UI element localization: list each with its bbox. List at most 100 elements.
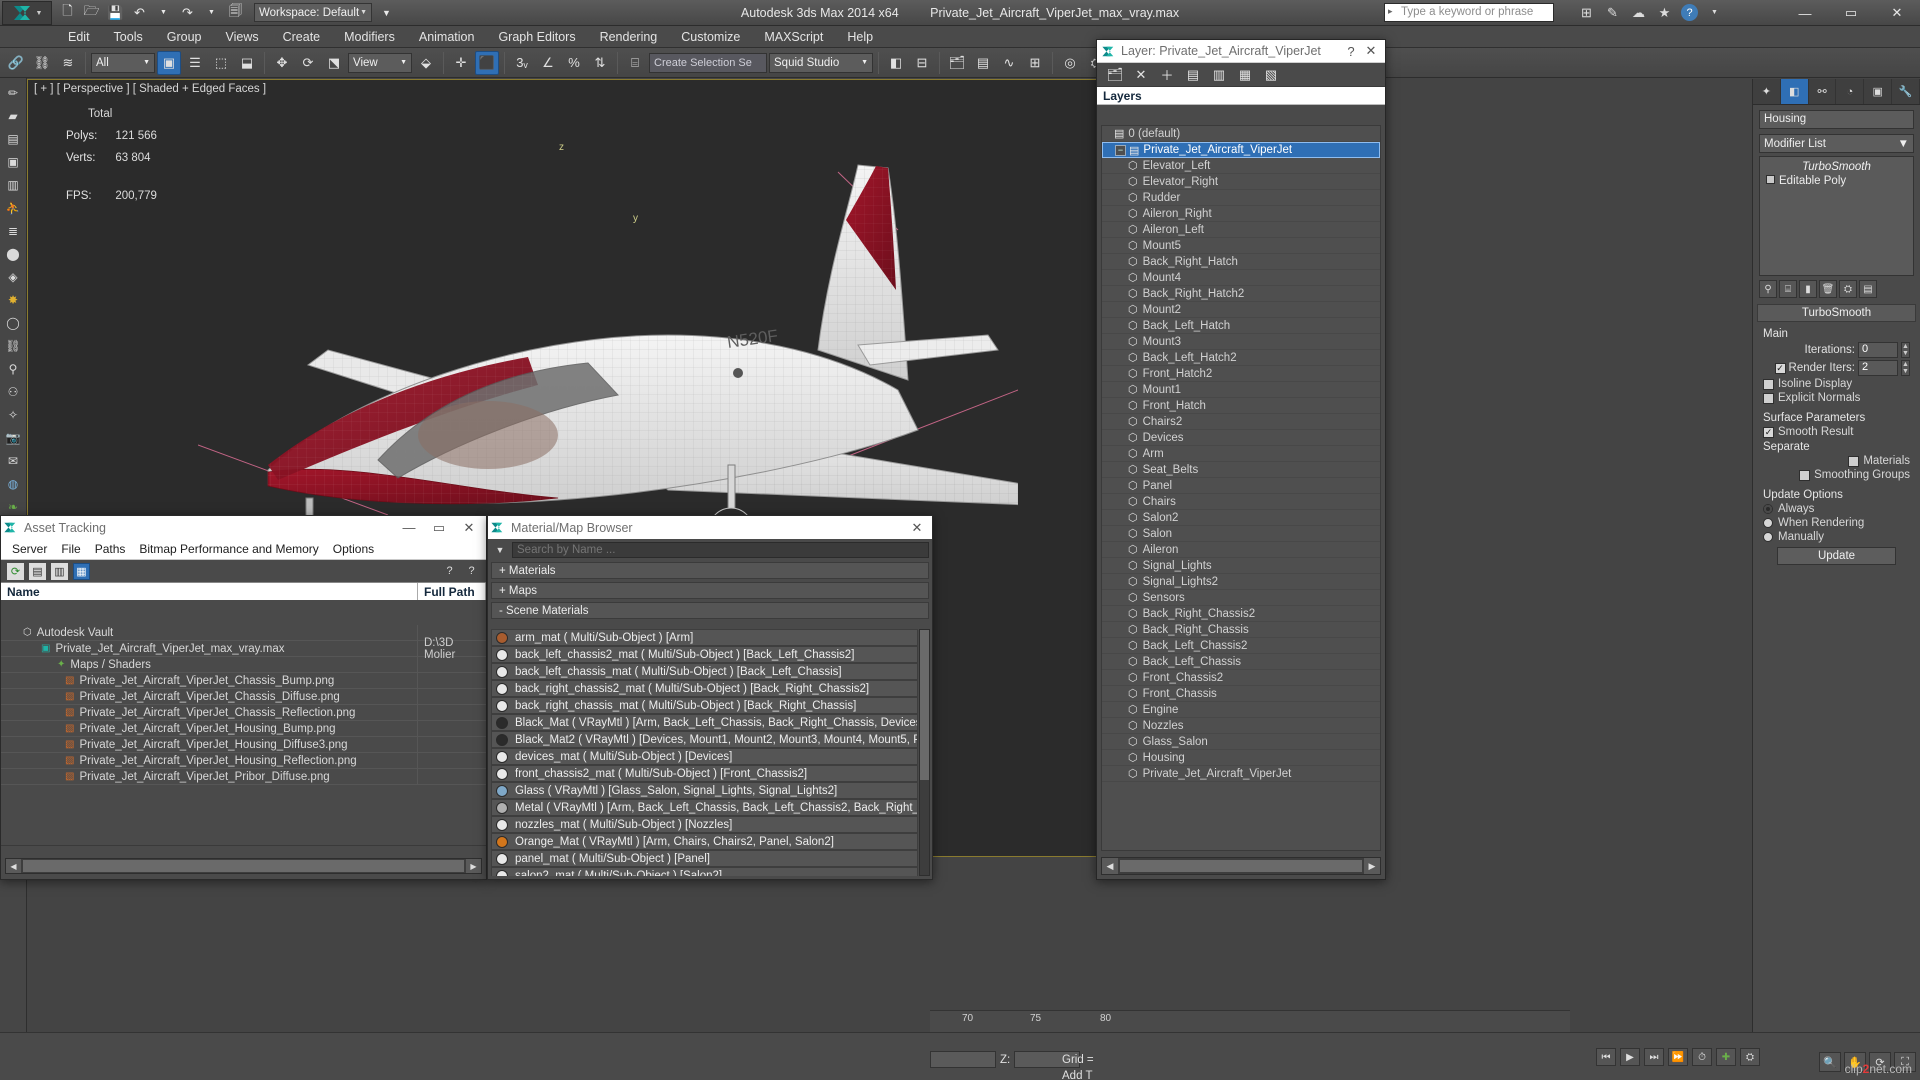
material-list-item[interactable]: back_right_chassis_mat ( Multi/Sub-Objec…: [491, 697, 918, 714]
polygon-modeling-icon[interactable]: ▰: [2, 105, 24, 126]
select-object-icon[interactable]: ▣: [157, 50, 181, 75]
gizmo-icon[interactable]: ◈: [2, 266, 24, 287]
add-key-icon[interactable]: ✚: [1716, 1048, 1736, 1066]
material-list-item[interactable]: Orange_Mat ( VRayMtl ) [Arm, Chairs, Cha…: [491, 833, 918, 850]
menu-item-modifiers[interactable]: Modifiers: [332, 26, 407, 48]
redo-icon[interactable]: ↷: [178, 3, 197, 22]
layer-row[interactable]: ⬡ Aileron_Right: [1102, 206, 1380, 222]
layer-row[interactable]: ⬡ Back_Left_Hatch2: [1102, 350, 1380, 366]
refresh-icon[interactable]: ⟳: [7, 562, 24, 580]
menu-item-maxscript[interactable]: MAXScript: [752, 26, 835, 48]
filters-icon[interactable]: ⛭: [1740, 1048, 1760, 1066]
isoline-display-row[interactable]: ✓ Isoline Display: [1763, 378, 1910, 390]
layer-row[interactable]: ⬡ Back_Right_Hatch2: [1102, 286, 1380, 302]
material-list-item[interactable]: salon2_mat ( Multi/Sub-Object ) [Salon2]: [491, 867, 918, 876]
asset-table-body[interactable]: ⬡ Autodesk Vault ▣ Private_Jet_Aircraft_Vip…: [1, 625, 486, 845]
sphere-icon[interactable]: ⬤: [2, 243, 24, 264]
select-objects-icon[interactable]: ▤: [1183, 65, 1203, 85]
helper-icon[interactable]: ✧: [2, 404, 24, 425]
layer-horizontal-scrollbar[interactable]: ◀ ▶: [1101, 857, 1381, 875]
menu-item-options[interactable]: Options: [326, 542, 381, 556]
update-manually-radio[interactable]: [1763, 532, 1773, 542]
menu-item-create[interactable]: Create: [271, 26, 333, 48]
menu-item-animation[interactable]: Animation: [407, 26, 487, 48]
asset-table-row[interactable]: ▧ Private_Jet_Aircraft_ViperJet_Housing_D…: [1, 737, 486, 753]
asset-table-row[interactable]: ▧ Private_Jet_Aircraft_ViperJet_Chassis_D…: [1, 689, 486, 705]
paint-deform-icon[interactable]: ✏: [2, 82, 24, 103]
help-icon[interactable]: ?: [1681, 4, 1698, 21]
iterations-spinner[interactable]: ▲ ▼: [1901, 342, 1910, 358]
select-by-name-icon[interactable]: ☰: [183, 51, 207, 75]
layer-row[interactable]: ⬡ Aileron: [1102, 542, 1380, 558]
asset-table-row[interactable]: ⬡ Autodesk Vault: [1, 625, 486, 641]
layer-row[interactable]: ⬡ Nozzles: [1102, 718, 1380, 734]
material-list-item[interactable]: back_right_chassis2_mat ( Multi/Sub-Obje…: [491, 680, 918, 697]
asset-table-row[interactable]: ✦ Maps / Shaders: [1, 657, 486, 673]
render-iters-checkbox[interactable]: ✓: [1774, 362, 1786, 374]
layer-row[interactable]: ⬡ Sensors: [1102, 590, 1380, 606]
layer-row[interactable]: ⬡ Elevator_Left: [1102, 158, 1380, 174]
link-icon[interactable]: ⛓: [2, 335, 24, 356]
object-name-field[interactable]: Housing: [1759, 110, 1914, 129]
align-icon[interactable]: ⊟: [910, 51, 934, 75]
hierarchy-tab[interactable]: ⚯: [1809, 79, 1837, 104]
menu-item-paths[interactable]: Paths: [88, 542, 133, 556]
layer-row[interactable]: ⬡ Devices: [1102, 430, 1380, 446]
chevron-down-icon[interactable]: ▼: [1705, 3, 1724, 22]
rectangular-selection-region-icon[interactable]: ⬚: [209, 51, 233, 75]
update-when-rendering-row[interactable]: When Rendering: [1763, 517, 1910, 529]
percent-snap-icon[interactable]: %: [562, 51, 586, 75]
iterations-input[interactable]: 0: [1858, 342, 1898, 358]
update-manually-row[interactable]: Manually: [1763, 531, 1910, 543]
spinner-snap-icon[interactable]: ⇅: [588, 51, 612, 75]
select-and-move-icon[interactable]: ✥: [270, 51, 294, 75]
remove-modifier-icon[interactable]: 🗑: [1819, 280, 1837, 298]
bone-icon[interactable]: ⚲: [2, 358, 24, 379]
utilities-tab[interactable]: 🔧: [1892, 79, 1920, 104]
tree-view-icon[interactable]: ▥: [51, 562, 68, 580]
track-bar[interactable]: 70 75 80: [930, 1010, 1570, 1032]
delete-layer-icon[interactable]: ✕: [1131, 65, 1151, 85]
light-icon[interactable]: ✸: [2, 289, 24, 310]
menu-item-views[interactable]: Views: [213, 26, 270, 48]
reference-coordinate-combo[interactable]: View ▼: [348, 52, 412, 73]
column-header-name[interactable]: Name: [1, 583, 418, 600]
close-icon[interactable]: ✕: [454, 517, 484, 538]
asset-table-row[interactable]: ▧ Private_Jet_Aircraft_ViperJet_Pribor_Di…: [1, 769, 486, 785]
use-pivot-point-center-icon[interactable]: ⬙: [414, 51, 438, 75]
make-unique-icon[interactable]: ▮: [1799, 280, 1817, 298]
material-list-item[interactable]: Black_Mat2 ( VRayMtl ) [Devices, Mount1,…: [491, 731, 918, 748]
material-search-input[interactable]: [512, 542, 929, 558]
play-animation-icon[interactable]: ▶: [1620, 1048, 1640, 1066]
asset-table-row[interactable]: ▧ Private_Jet_Aircraft_ViperJet_Housing_R…: [1, 753, 486, 769]
named-selection-set-combo[interactable]: Create Selection Se: [649, 52, 767, 73]
new-layer-icon[interactable]: 🗂: [1105, 65, 1125, 85]
populate-icon[interactable]: ⛹: [2, 197, 24, 218]
layer-row[interactable]: ⬡ Back_Left_Chassis: [1102, 654, 1380, 670]
set-project-icon[interactable]: 🗐: [226, 3, 245, 22]
layer-row[interactable]: ⬡ Front_Chassis2: [1102, 670, 1380, 686]
scroll-thumb[interactable]: [23, 860, 464, 872]
chevron-down-icon[interactable]: ▼: [491, 542, 509, 558]
layer-row[interactable]: ⬡ Chairs2: [1102, 414, 1380, 430]
layer-row[interactable]: ⬡ Back_Left_Chassis2: [1102, 638, 1380, 654]
menu-item-rendering[interactable]: Rendering: [588, 26, 670, 48]
x-coordinate-field[interactable]: [930, 1051, 996, 1068]
update-button[interactable]: Update: [1777, 547, 1896, 565]
camera-icon[interactable]: 📷: [2, 427, 24, 448]
menu-item-graph-editors[interactable]: Graph Editors: [486, 26, 587, 48]
material-list-item[interactable]: back_left_chassis2_mat ( Multi/Sub-Objec…: [491, 646, 918, 663]
globe-icon[interactable]: ◍: [2, 473, 24, 494]
set-current-icon[interactable]: ▧: [1261, 65, 1281, 85]
modifier-stack-item-editable-poly[interactable]: Editable Poly: [1760, 174, 1913, 188]
render-iters-spinner[interactable]: ▲ ▼: [1901, 360, 1910, 376]
add-selection-icon[interactable]: ▦: [1235, 65, 1255, 85]
zoom-icon[interactable]: 🔍: [1819, 1052, 1841, 1072]
curve-editor-icon[interactable]: ∿: [997, 51, 1021, 75]
maximize-icon[interactable]: ▭: [424, 517, 454, 538]
modifier-list-combo[interactable]: Modifier List ▼: [1759, 134, 1914, 153]
layer-row[interactable]: ⬡ Private_Jet_Aircraft_ViperJet: [1102, 766, 1380, 782]
layer-explorer-icon[interactable]: 🗂: [945, 51, 969, 75]
layer-row[interactable]: ⬡ Front_Hatch: [1102, 398, 1380, 414]
isoline-display-checkbox[interactable]: ✓: [1763, 378, 1774, 390]
